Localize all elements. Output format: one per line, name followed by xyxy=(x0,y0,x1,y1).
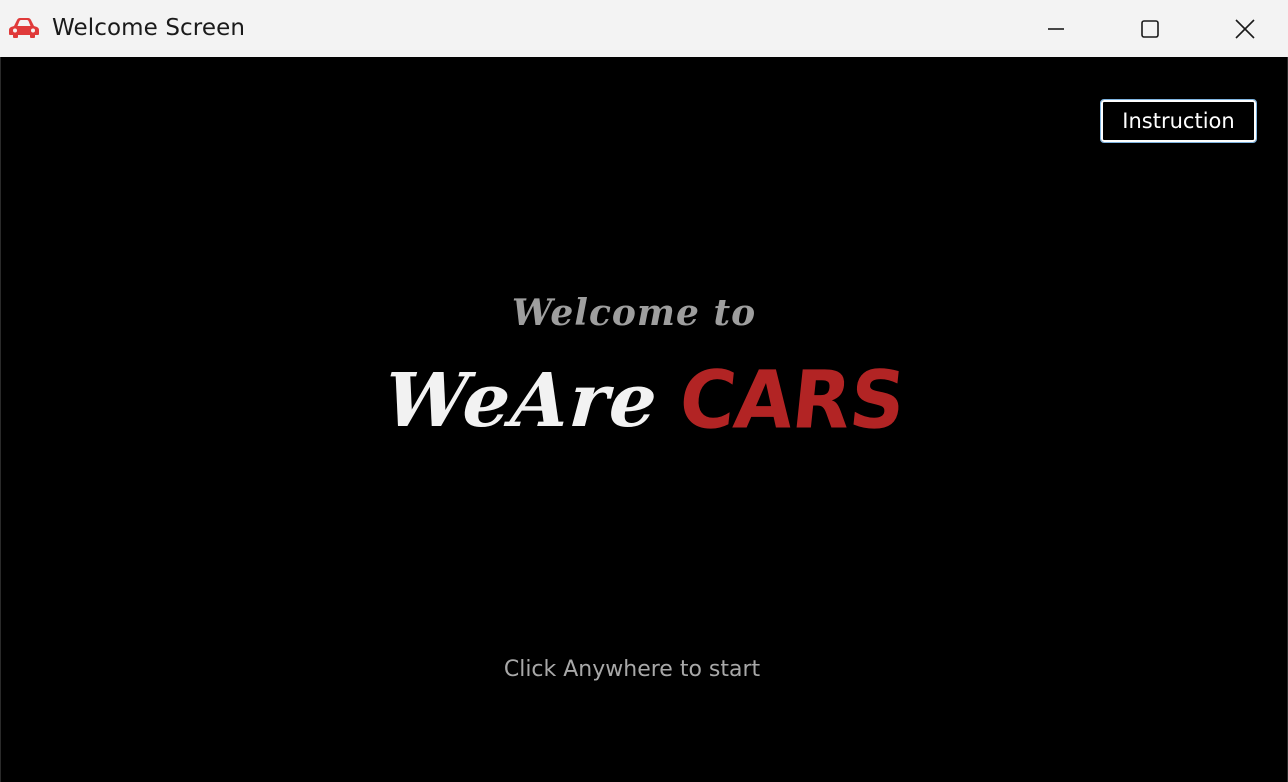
app-window: Welcome Screen Instruction Welcome to We… xyxy=(0,0,1288,782)
title-bar[interactable]: Welcome Screen xyxy=(0,0,1288,57)
maximize-icon xyxy=(1140,19,1160,39)
car-icon xyxy=(8,17,40,39)
maximize-button[interactable] xyxy=(1102,0,1198,57)
minimize-icon xyxy=(1047,20,1065,38)
instruction-button[interactable]: Instruction xyxy=(1100,99,1257,143)
logo: WeAre CARS xyxy=(381,353,908,446)
close-icon xyxy=(1234,18,1256,40)
welcome-canvas[interactable]: Instruction Welcome to WeAre CARS Click … xyxy=(0,57,1288,782)
welcome-heading: Welcome to xyxy=(511,292,757,334)
minimize-button[interactable] xyxy=(1008,0,1104,57)
window-title: Welcome Screen xyxy=(52,15,245,41)
start-prompt: Click Anywhere to start xyxy=(503,657,761,682)
logo-cars-text: CARS xyxy=(674,352,909,447)
close-button[interactable] xyxy=(1197,0,1288,57)
logo-weare-text: WeAre xyxy=(381,358,661,444)
